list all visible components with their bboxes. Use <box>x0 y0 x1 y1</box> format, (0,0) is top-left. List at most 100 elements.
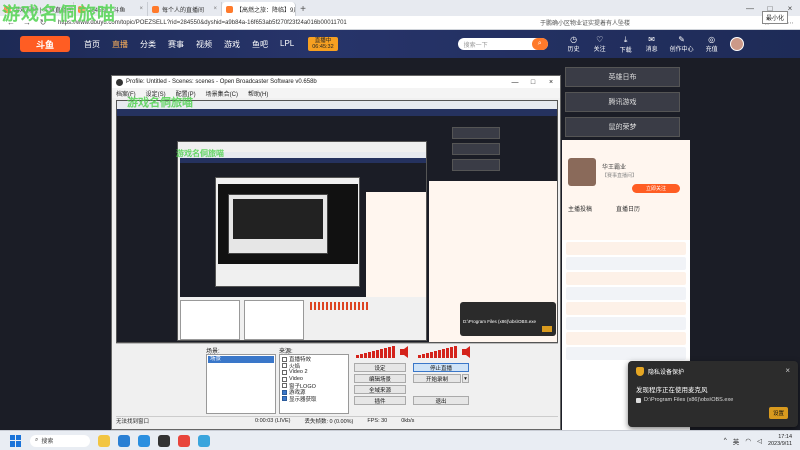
nav-lpl[interactable]: LPL <box>280 39 294 50</box>
source-item[interactable]: 火焰 <box>280 363 348 370</box>
source-checkbox[interactable] <box>282 356 287 362</box>
store-icon[interactable] <box>138 434 150 447</box>
nav-fishbar[interactable]: 鱼吧 <box>252 39 268 50</box>
list-item[interactable] <box>566 347 686 360</box>
nav-video[interactable]: 视频 <box>196 39 212 50</box>
shield-icon <box>636 367 644 376</box>
minimize-icon[interactable]: — <box>740 4 760 13</box>
stop-stream-button[interactable]: 停止直播 <box>413 363 469 372</box>
browser-tab[interactable]: 每个人的直播间 × <box>148 2 222 16</box>
nav-games[interactable]: 游戏 <box>224 39 240 50</box>
app-icon <box>636 397 641 403</box>
watermark: 游戏名侗旅喵 <box>127 97 193 109</box>
obs-window: Profile: Untitled - Scenes: scenes - Ope… <box>111 75 561 430</box>
clock-time: 17:14 <box>778 433 792 440</box>
recharge-label: 充值 <box>705 46 718 53</box>
edit-scene-button[interactable]: 编辑场景 <box>354 374 406 383</box>
source-checkbox[interactable] <box>282 383 287 389</box>
anchor-tabs: 主播投稿 直播日历 <box>568 204 640 213</box>
douyu-logo[interactable]: 斗鱼 <box>20 36 70 52</box>
windows-start-icon[interactable] <box>10 434 22 447</box>
follow-anchor-button[interactable]: 立即关注 <box>632 184 680 193</box>
list-item[interactable] <box>566 257 686 270</box>
source-label: 显示器获取 <box>289 396 317 403</box>
source-checkbox[interactable] <box>282 369 287 375</box>
menu-help[interactable]: 帮助(H) <box>248 89 268 98</box>
download-button[interactable]: ⤓ 下载 <box>616 35 636 54</box>
privacy-settings-button[interactable]: 设置 <box>768 407 788 419</box>
ime-indicator[interactable]: 英 <box>733 436 740 446</box>
maximize-icon[interactable]: □ <box>524 79 542 86</box>
microphone-icon[interactable] <box>400 346 408 358</box>
avatar[interactable] <box>729 37 744 51</box>
search-icon[interactable]: ⌕ <box>531 38 548 50</box>
exit-button[interactable]: 退出 <box>413 396 469 405</box>
source-checkbox[interactable] <box>282 376 287 382</box>
minimize-icon[interactable]: — <box>506 79 524 86</box>
list-item[interactable] <box>566 302 686 315</box>
start-record-button[interactable]: 开始录制 <box>413 374 461 383</box>
history-button[interactable]: ◷ 历史 <box>564 35 584 54</box>
source-item[interactable]: Video 2 <box>280 369 348 376</box>
chrome-icon[interactable] <box>178 434 190 447</box>
speaker-icon[interactable] <box>462 346 470 358</box>
edge-icon[interactable] <box>118 434 130 447</box>
source-checkbox-checked[interactable] <box>282 389 287 395</box>
list-item[interactable] <box>566 287 686 300</box>
tab-live-calendar[interactable]: 直播日历 <box>616 204 640 213</box>
recharge-button[interactable]: ◎ 充值 <box>702 35 722 54</box>
nav-home[interactable]: 首页 <box>84 39 100 50</box>
list-item[interactable] <box>566 317 686 330</box>
side-button[interactable]: 鼠的荣梦 <box>565 117 680 137</box>
list-item[interactable] <box>566 242 686 255</box>
history-label: 历史 <box>567 46 580 53</box>
taskbar: ⌕ 搜索 ^ 英 ◠ ◁ 17:14 2023/9/11 <box>0 430 800 450</box>
chevron-down-icon[interactable]: ▾ <box>462 374 469 383</box>
url-input[interactable]: https://www.douyu.com/topic/POEZSELL?rid… <box>54 18 474 28</box>
obs-status-bar: 无法找到窗口 0:00:03 (LIVE) 丢失帧数: 0 (0.00%) FP… <box>116 416 558 425</box>
plugins-button[interactable]: 插件 <box>354 396 406 405</box>
message-icon: ✉ <box>648 34 655 44</box>
source-checkbox[interactable] <box>282 363 287 369</box>
volume-icon[interactable]: ◁ <box>757 437 762 445</box>
global-sources-button[interactable]: 全域来源 <box>354 385 406 394</box>
source-item[interactable]: 显示器获取 <box>280 396 348 403</box>
clock[interactable]: 17:14 2023/9/11 <box>768 434 792 448</box>
close-icon[interactable]: × <box>785 366 790 375</box>
menu-icon[interactable]: ⋯ <box>787 19 794 27</box>
side-button[interactable]: 腾讯游戏 <box>565 92 680 112</box>
messages-button[interactable]: ✉ 消息 <box>642 35 662 54</box>
bitrate: 0kb/s <box>401 418 415 424</box>
side-button[interactable]: 英雄日布 <box>565 67 680 87</box>
settings-button[interactable]: 设定 <box>354 363 406 372</box>
nav-category[interactable]: 分类 <box>140 39 156 50</box>
sources-list[interactable]: 直播特效 火焰 Video 2 Video 窗子LOGO 游戏源 显示器获取 <box>279 354 349 414</box>
scene-item-selected[interactable]: 场景 <box>208 356 274 363</box>
creator-button[interactable]: ✎ 创作中心 <box>668 35 696 54</box>
list-item[interactable] <box>566 332 686 345</box>
taskbar-search[interactable]: ⌕ 搜索 <box>30 434 90 447</box>
nav-events[interactable]: 赛事 <box>168 39 184 50</box>
list-item[interactable] <box>566 272 686 285</box>
news-extension-text[interactable]: 于鹏确小区物业证实提着有人坠楼 <box>540 18 630 27</box>
browser-tab-active[interactable]: 【高燃之旅：降临】9月11日开...× <box>222 2 296 16</box>
tab-anchor-posts[interactable]: 主播投稿 <box>568 204 592 213</box>
wifi-icon[interactable]: ◠ <box>745 437 751 445</box>
download-icon: ⤓ <box>623 34 628 44</box>
chevron-up-icon[interactable]: ^ <box>724 437 727 444</box>
scenes-list[interactable]: 场景 <box>206 354 276 414</box>
source-checkbox-checked[interactable] <box>282 396 287 402</box>
new-tab-button[interactable]: + <box>296 2 310 16</box>
close-icon[interactable]: × <box>542 79 560 86</box>
close-icon[interactable]: × <box>213 6 217 12</box>
close-icon[interactable]: × <box>139 6 143 12</box>
obs-app-icon[interactable] <box>158 434 170 447</box>
app-icon[interactable] <box>198 434 210 447</box>
follow-button[interactable]: ♡ 关注 <box>590 35 610 54</box>
nav-live[interactable]: 直播 <box>112 39 128 50</box>
anchor-avatar[interactable] <box>568 158 596 186</box>
creator-icon: ✎ <box>678 34 685 44</box>
menu-scene-collection[interactable]: 场景集合(C) <box>206 89 238 98</box>
file-explorer-icon[interactable] <box>98 434 110 447</box>
anchor-name: 华王霸业 <box>602 165 627 171</box>
